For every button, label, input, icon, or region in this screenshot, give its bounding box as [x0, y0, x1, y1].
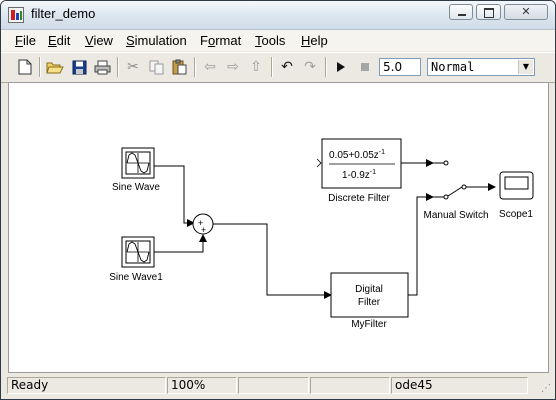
sine-wave-block[interactable] — [121, 147, 155, 179]
sine-wave1-block[interactable] — [121, 236, 155, 268]
signal-line-sine1-to-sum — [154, 234, 207, 253]
menu-help[interactable]: Help — [301, 33, 328, 48]
zoom-level: 100% — [167, 377, 237, 394]
new-file-icon[interactable] — [16, 58, 34, 76]
status-text: Ready — [7, 377, 166, 394]
toolbar-separator — [271, 57, 273, 77]
signal-line-sine-to-sum — [154, 165, 195, 227]
model-window: filter_demo ✕ File Edit View Simulation … — [0, 0, 556, 400]
menu-file[interactable]: File — [15, 33, 36, 48]
sum-sign-2: + — [201, 225, 206, 235]
scope-label: Scope1 — [499, 209, 533, 220]
back-icon[interactable]: ⇦ — [201, 58, 219, 76]
sine-wave-label: Sine Wave — [112, 182, 160, 193]
toolbar-separator — [39, 57, 41, 77]
status-pane-empty-1 — [238, 377, 309, 394]
simulink-app-icon — [8, 7, 24, 23]
title-bar[interactable]: filter_demo ✕ — [1, 1, 555, 30]
cut-icon[interactable]: ✂ — [124, 58, 142, 76]
status-bar: Ready 100% ode45 ⋰ — [1, 375, 555, 399]
toolbar-separator — [194, 57, 196, 77]
simulation-mode-value: Normal — [431, 60, 475, 74]
maximize-button[interactable] — [476, 4, 501, 20]
print-icon[interactable] — [93, 58, 111, 76]
myfilter-label: MyFilter — [351, 319, 387, 330]
menu-bar: File Edit View Simulation Format Tools H… — [1, 30, 555, 51]
myfilter-block[interactable] — [330, 272, 409, 318]
menu-view[interactable]: View — [85, 33, 113, 48]
discrete-filter-input-port — [316, 158, 322, 168]
sine-wave1-label: Sine Wave1 — [109, 272, 163, 283]
start-simulation-icon[interactable] — [332, 58, 350, 76]
myfilter-line2: Filter — [358, 297, 381, 308]
manual-switch-block[interactable] — [433, 160, 471, 200]
toolbar-separator — [117, 57, 119, 77]
signal-line-sum-to-myfilter — [213, 223, 332, 299]
toolbar: ✂ ⇦ ⇨ ⇧ ↶ ↷ 5.0 Normal ▼ — [1, 52, 555, 83]
dropdown-arrow-icon[interactable]: ▼ — [518, 60, 533, 74]
discrete-filter-label: Discrete Filter — [328, 193, 390, 204]
scope-block[interactable] — [499, 171, 534, 200]
solver-name: ode45 — [391, 377, 528, 394]
menu-format[interactable]: Format — [200, 33, 241, 48]
copy-icon[interactable] — [147, 58, 165, 76]
stop-simulation-icon[interactable] — [356, 58, 374, 76]
save-icon[interactable] — [70, 58, 88, 76]
up-icon[interactable]: ⇧ — [247, 58, 265, 76]
paste-icon[interactable] — [170, 58, 188, 76]
toolbar-separator — [325, 57, 327, 77]
resize-grip-icon[interactable]: ⋰ — [541, 383, 551, 394]
redo-icon[interactable]: ↷ — [301, 58, 319, 76]
manual-switch-label: Manual Switch — [423, 210, 488, 221]
menu-simulation[interactable]: Simulation — [126, 33, 187, 48]
minimize-button[interactable] — [449, 4, 473, 20]
status-pane-empty-2 — [310, 377, 390, 394]
close-icon: ✕ — [521, 5, 531, 18]
discrete-filter-numerator: 0.05+0.05z-1 — [329, 149, 385, 161]
model-canvas[interactable]: Sine Wave Sine Wave1 + + 0.05+0.05z-1 1-… — [8, 82, 549, 373]
forward-icon[interactable]: ⇨ — [224, 58, 242, 76]
undo-icon[interactable]: ↶ — [278, 58, 296, 76]
open-folder-icon[interactable] — [46, 58, 64, 76]
close-button[interactable]: ✕ — [504, 4, 548, 20]
stop-time-field[interactable]: 5.0 — [379, 58, 421, 76]
model-diagram: Sine Wave Sine Wave1 + + 0.05+0.05z-1 1-… — [109, 138, 534, 330]
myfilter-line1: Digital — [355, 284, 383, 295]
window-title: filter_demo — [31, 6, 96, 21]
simulation-mode-select[interactable]: Normal ▼ — [427, 58, 535, 76]
menu-edit[interactable]: Edit — [48, 33, 70, 48]
menu-tools[interactable]: Tools — [255, 33, 285, 48]
